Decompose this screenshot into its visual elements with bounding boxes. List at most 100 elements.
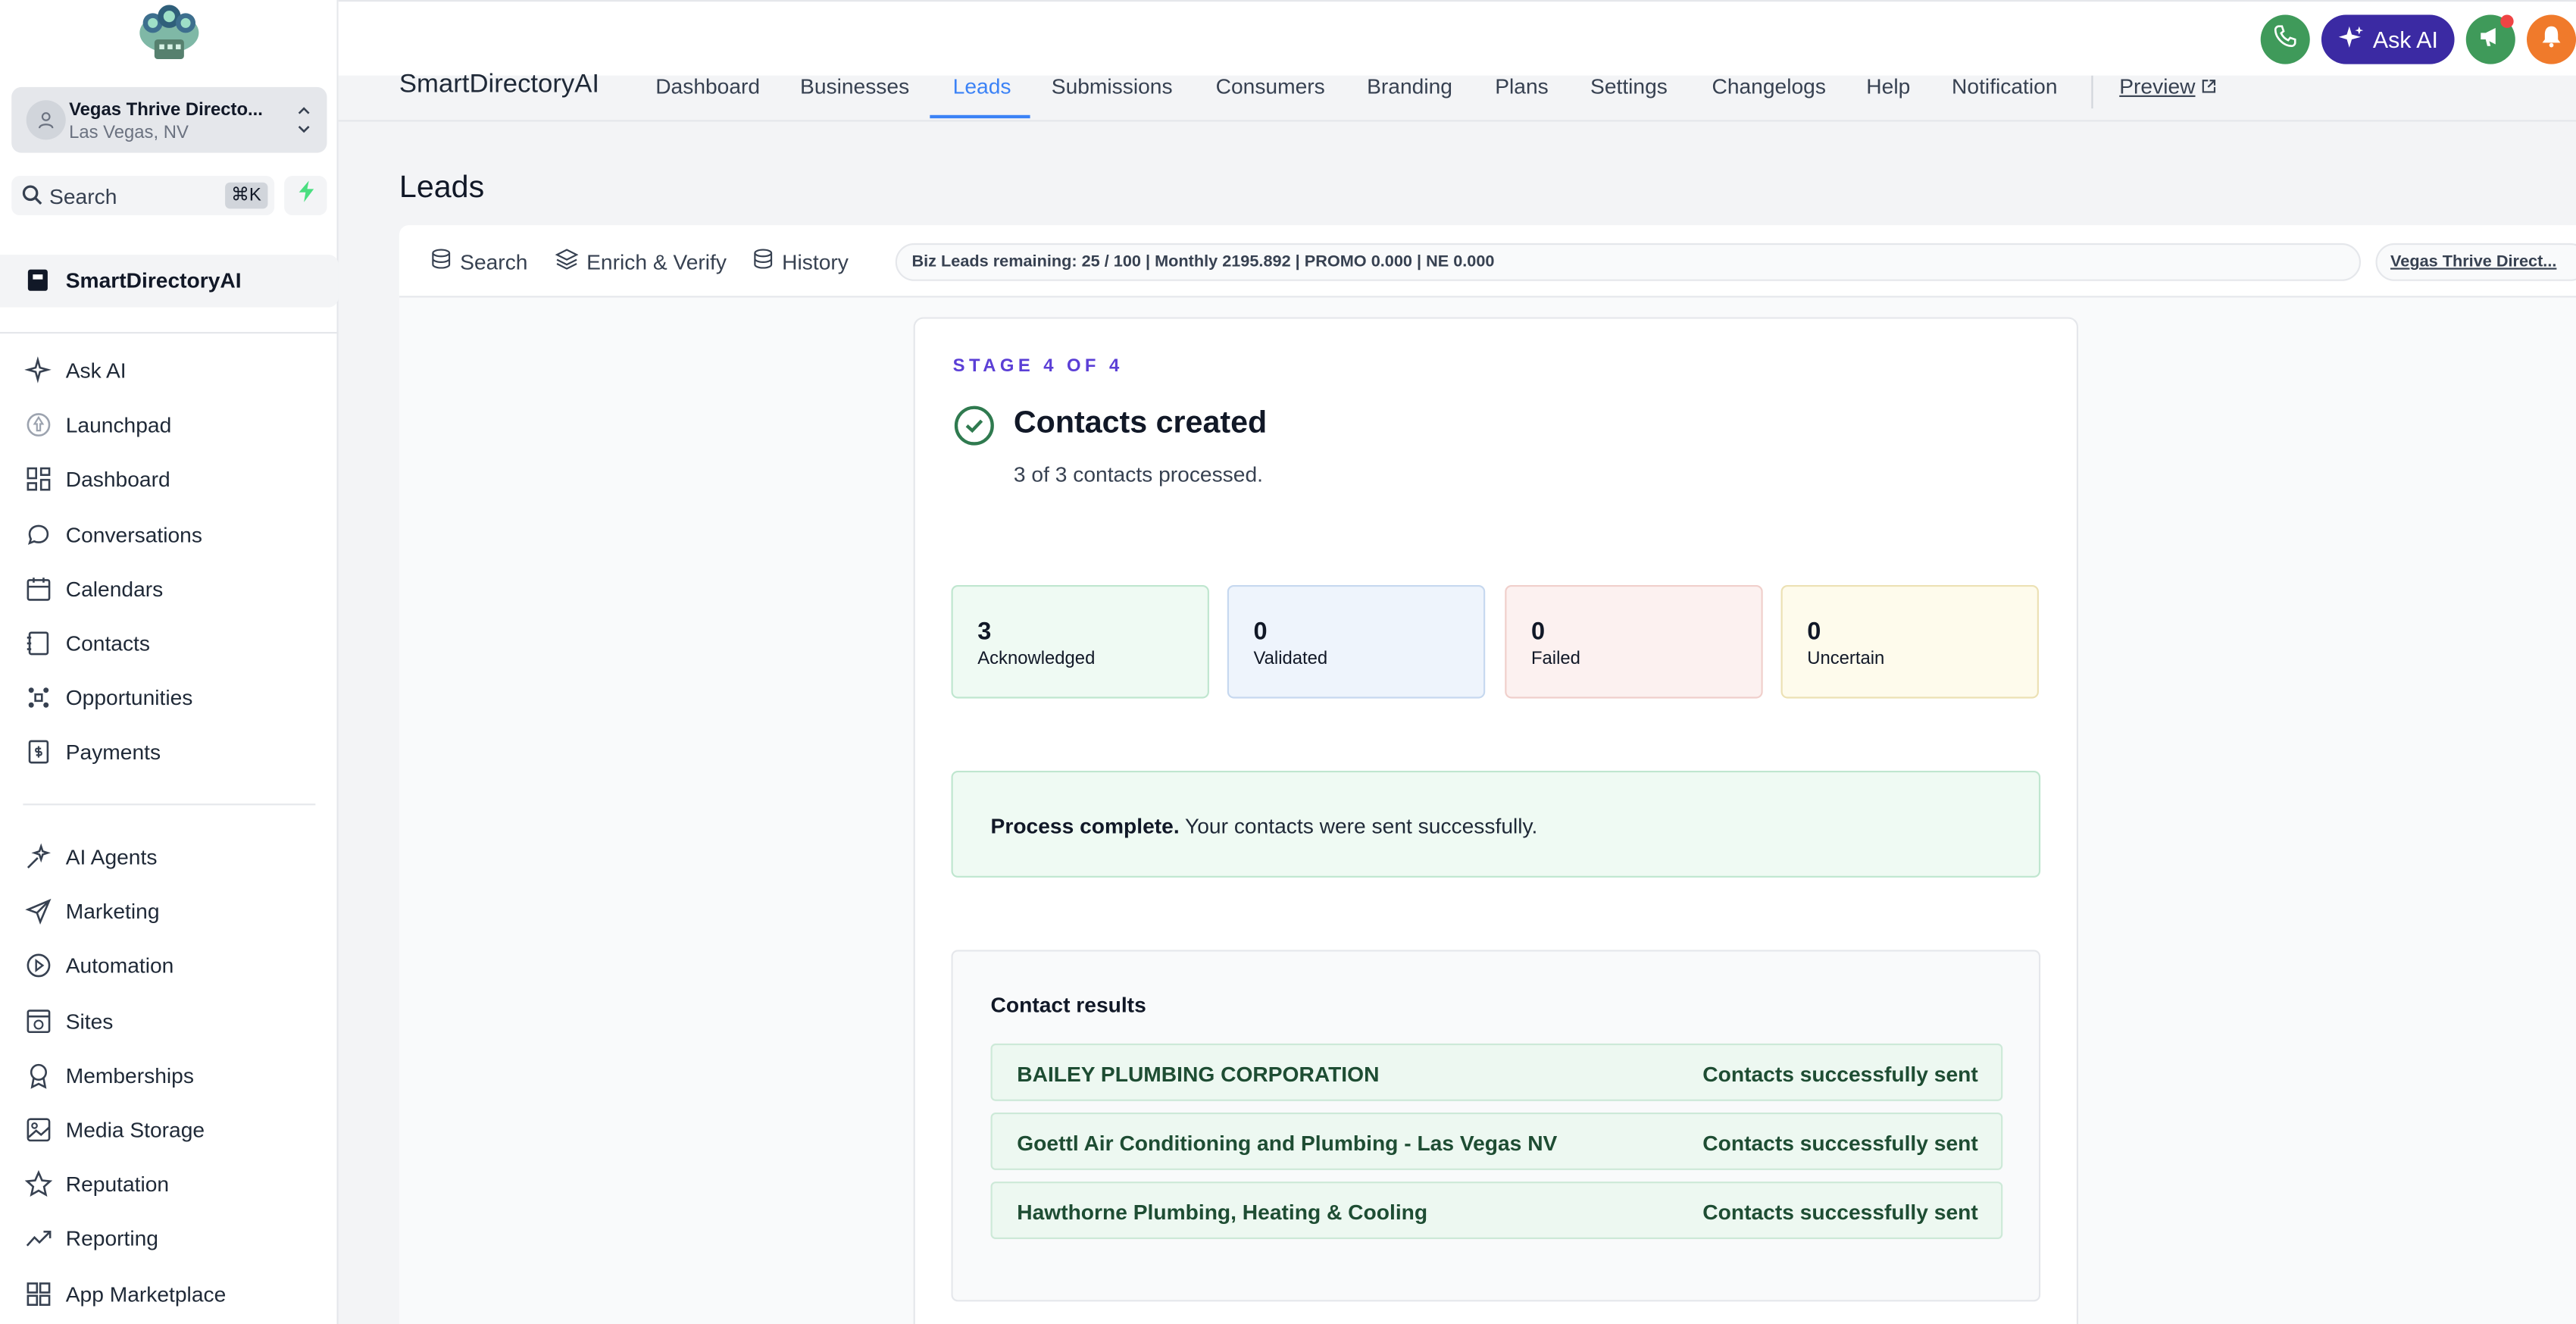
- phone-icon: [2274, 23, 2297, 55]
- account-pill[interactable]: Vegas Thrive Direct...: [2375, 243, 2576, 281]
- preview-link[interactable]: Preview: [2119, 74, 2216, 99]
- tab-plans[interactable]: Plans: [1495, 74, 1549, 99]
- list-item: Goettl Air Conditioning and Plumbing - L…: [990, 1113, 2003, 1170]
- sites-icon: [25, 1006, 53, 1034]
- sidebar-item-label: Memberships: [65, 1063, 194, 1088]
- account-switcher[interactable]: Vegas Thrive Directo... Las Vegas, NV: [11, 86, 327, 153]
- sidebar-item-label: Reputation: [65, 1172, 170, 1197]
- sidebar-item-label: Calendars: [65, 576, 164, 602]
- app-brand[interactable]: SmartDirectoryAI: [399, 70, 599, 100]
- sidebar-item-label: Contacts: [65, 631, 151, 656]
- sidebar-item-automation[interactable]: Automation: [0, 946, 339, 985]
- active-tab-indicator: [930, 114, 1030, 119]
- sidebar-item-payments[interactable]: Payments: [0, 732, 339, 772]
- history-label: History: [782, 249, 849, 274]
- sidebar-item-reporting[interactable]: Reporting: [0, 1219, 339, 1258]
- sidebar-item-marketing[interactable]: Marketing: [0, 891, 339, 931]
- notifications-button[interactable]: [2526, 14, 2576, 64]
- chart-line-icon: [25, 1225, 53, 1253]
- apps-icon: [25, 1279, 53, 1307]
- sidebar-item-label: SmartDirectoryAI: [65, 268, 242, 293]
- ai-agents-icon: [25, 843, 53, 871]
- sidebar-item-label: Ask AI: [65, 358, 127, 383]
- sidebar-item-ask-ai[interactable]: Ask AI: [0, 350, 339, 390]
- sidebar-item-app-marketplace[interactable]: App Marketplace: [0, 1273, 339, 1313]
- sidebar-search[interactable]: Search ⌘K: [11, 176, 275, 216]
- preview-label: Preview: [2119, 74, 2196, 99]
- leads-quota-badge: Biz Leads remaining: 25 / 100 | Monthly …: [895, 243, 2361, 281]
- rocket-icon: [25, 412, 53, 440]
- tab-branding[interactable]: Branding: [1367, 74, 1452, 99]
- stage-title: Contacts created: [1013, 405, 1268, 441]
- sidebar-item-label: Launchpad: [65, 412, 172, 438]
- success-message: Process complete. Your contacts were sen…: [991, 813, 1538, 838]
- stat-value: 0: [1530, 618, 1546, 646]
- phone-button[interactable]: [2261, 14, 2311, 64]
- bell-icon: [2540, 23, 2562, 55]
- contact-status: Contacts successfully sent: [1702, 1061, 1978, 1087]
- ask-ai-label: Ask AI: [2372, 26, 2438, 53]
- success-banner: Process complete. Your contacts were sen…: [951, 770, 2041, 878]
- tab-consumers[interactable]: Consumers: [1216, 74, 1325, 99]
- tab-businesses[interactable]: Businesses: [800, 74, 909, 99]
- stat-value: 0: [1807, 618, 1821, 646]
- sidebar-item-label: Dashboard: [65, 467, 170, 493]
- stage-subtitle: 3 of 3 contacts processed.: [1013, 462, 1263, 487]
- top-header: Ask AI: [338, 0, 2576, 76]
- sidebar-item-launchpad[interactable]: Launchpad: [0, 405, 339, 444]
- tab-help[interactable]: Help: [1866, 74, 1910, 99]
- sidebar-item-media-storage[interactable]: Media Storage: [0, 1110, 339, 1149]
- ask-ai-button[interactable]: Ask AI: [2321, 14, 2455, 64]
- chevron-up-down-icon: [295, 100, 312, 148]
- quick-actions-button[interactable]: [284, 176, 327, 216]
- stage-indicator: STAGE 4 OF 4: [952, 356, 1124, 377]
- list-item: BAILEY PLUMBING CORPORATION Contacts suc…: [990, 1043, 2003, 1101]
- stat-label: Validated: [1253, 649, 1328, 669]
- sidebar-item-label: Marketing: [65, 899, 160, 925]
- star-icon: [24, 1170, 53, 1198]
- contact-name: Goettl Air Conditioning and Plumbing - L…: [1017, 1130, 1558, 1156]
- sidebar-item-reputation[interactable]: Reputation: [0, 1164, 339, 1203]
- sidebar-item-smartdirectoryai[interactable]: SmartDirectoryAI: [0, 255, 339, 308]
- tab-settings[interactable]: Settings: [1590, 74, 1668, 99]
- list-item: Hawthorne Plumbing, Heating & Cooling Co…: [990, 1182, 2003, 1239]
- sidebar-item-ai-agents[interactable]: AI Agents: [0, 837, 339, 876]
- sidebar-item-label: Reporting: [65, 1226, 158, 1251]
- stat-label: Acknowledged: [977, 649, 1096, 669]
- history-tab[interactable]: History: [752, 248, 849, 274]
- sidebar-item-contacts[interactable]: Contacts: [0, 623, 339, 662]
- app-tab-bar: SmartDirectoryAI Dashboard Businesses Le…: [338, 70, 2576, 122]
- contact-status: Contacts successfully sent: [1702, 1130, 1978, 1156]
- sidebar-item-sites[interactable]: Sites: [0, 1000, 339, 1040]
- sidebar-item-label: Payments: [65, 740, 161, 765]
- sidebar-item-calendars[interactable]: Calendars: [0, 568, 339, 608]
- enrich-verify-tab[interactable]: Enrich & Verify: [555, 248, 727, 274]
- grid-icon: [25, 466, 53, 494]
- payments-icon: [25, 738, 53, 766]
- enrich-verify-label: Enrich & Verify: [586, 249, 727, 274]
- lightning-icon: [296, 180, 314, 211]
- search-shortcut: ⌘K: [224, 182, 268, 209]
- announcements-button[interactable]: [2465, 14, 2515, 64]
- stat-acknowledged: 3 Acknowledged: [951, 584, 1209, 699]
- tab-notification[interactable]: Notification: [1952, 74, 2057, 99]
- search-tab-label: Search: [460, 249, 528, 274]
- sidebar-item-conversations[interactable]: Conversations: [0, 514, 339, 553]
- tab-changelogs[interactable]: Changelogs: [1712, 74, 1825, 99]
- chat-icon: [25, 521, 53, 549]
- account-name: Vegas Thrive Directo...: [69, 100, 263, 121]
- tab-leads[interactable]: Leads: [953, 74, 1011, 99]
- sidebar-item-label: Sites: [65, 1008, 114, 1034]
- sidebar-item-opportunities[interactable]: Opportunities: [0, 678, 339, 717]
- sidebar-item-dashboard[interactable]: Dashboard: [0, 459, 339, 499]
- tab-submissions[interactable]: Submissions: [1052, 74, 1173, 99]
- contacts-icon: [25, 629, 53, 657]
- search-tab[interactable]: Search: [430, 248, 527, 274]
- tab-dashboard[interactable]: Dashboard: [655, 74, 760, 99]
- contact-name: Hawthorne Plumbing, Heating & Cooling: [1017, 1199, 1428, 1225]
- notification-dot: [2500, 14, 2514, 28]
- stat-value: 3: [977, 618, 992, 646]
- sidebar-item-memberships[interactable]: Memberships: [0, 1055, 339, 1094]
- database-icon: [430, 248, 452, 274]
- directory-logo[interactable]: [135, 0, 204, 66]
